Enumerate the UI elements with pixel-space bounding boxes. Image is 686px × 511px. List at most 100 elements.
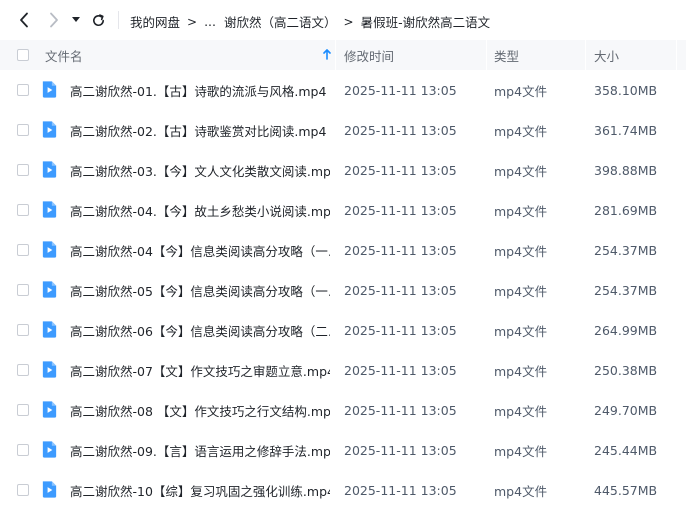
row-checkbox[interactable] [17, 284, 29, 296]
file-type: mp4文件 [494, 83, 548, 99]
file-type: mp4文件 [494, 363, 548, 379]
breadcrumb-item-current-folder: 暑假班-谢欣然高二语文 [360, 15, 491, 30]
table-row[interactable]: 高二谢欣然-06【今】信息类阅读高分攻略（二… 2025-11-11 13:05 m… [0, 310, 686, 350]
row-checkbox[interactable] [17, 444, 29, 456]
file-size: 445.57MB [594, 482, 658, 498]
modified-time: 2025-11-11 13:05 [344, 482, 457, 498]
chevron-right-icon [50, 12, 58, 28]
breadcrumb-item-ellipsis[interactable]: ... [204, 14, 216, 29]
column-divider[interactable] [486, 40, 487, 70]
modified-time: 2025-11-11 13:05 [344, 202, 457, 218]
file-name[interactable]: 高二谢欣然-04.【今】故土乡愁类小说阅读.mp4 [70, 201, 330, 220]
caret-down-icon [72, 17, 80, 22]
file-type: mp4文件 [494, 203, 548, 219]
video-file-icon [42, 201, 57, 218]
breadcrumb-item-teacher-folder[interactable]: 谢欣然（高二语文） [224, 12, 337, 31]
table-row[interactable]: 高二谢欣然-04【今】信息类阅读高分攻略（一… 2025-11-11 13:05 m… [0, 230, 686, 270]
chevron-left-icon [20, 12, 28, 28]
file-type: mp4文件 [494, 483, 548, 499]
history-dropdown-button[interactable] [68, 10, 84, 30]
file-type: mp4文件 [494, 403, 548, 419]
file-name[interactable]: 高二谢欣然-02.【古】诗歌鉴赏对比阅读.mp4 [70, 121, 330, 140]
modified-time: 2025-11-11 13:05 [344, 122, 457, 138]
file-name[interactable]: 高二谢欣然-01.【古】诗歌的流派与风格.mp4 [70, 81, 330, 100]
column-divider[interactable] [335, 40, 336, 70]
file-size: 254.37MB [594, 242, 658, 258]
video-file-icon [42, 161, 57, 178]
file-size: 361.74MB [594, 122, 658, 138]
file-type: mp4文件 [494, 283, 548, 299]
modified-time: 2025-11-11 13:05 [344, 242, 457, 258]
table-row[interactable]: 高二谢欣然-10【综】复习巩固之强化训练.mp4 2025-11-11 13:05… [0, 470, 686, 510]
modified-time: 2025-11-11 13:05 [344, 82, 457, 98]
file-name[interactable]: 高二谢欣然-03.【今】文人文化类散文阅读.mp4 [70, 161, 330, 180]
modified-time: 2025-11-11 13:05 [344, 162, 457, 178]
modified-time: 2025-11-11 13:05 [344, 402, 457, 418]
file-size: 249.70MB [594, 402, 658, 418]
row-checkbox[interactable] [17, 484, 29, 496]
breadcrumb-item-my-drive[interactable]: 我的网盘 [130, 12, 180, 31]
video-file-icon [42, 281, 57, 298]
file-size: 245.44MB [594, 442, 658, 458]
row-checkbox[interactable] [17, 244, 29, 256]
row-checkbox[interactable] [17, 164, 29, 176]
file-type: mp4文件 [494, 243, 548, 259]
file-size: 281.69MB [594, 202, 658, 218]
row-checkbox[interactable] [17, 124, 29, 136]
file-name[interactable]: 高二谢欣然-08 【文】作文技巧之行文结构.mp4 [70, 401, 330, 420]
video-file-icon [42, 481, 57, 498]
file-name[interactable]: 高二谢欣然-04【今】信息类阅读高分攻略（一… [70, 241, 330, 260]
file-name[interactable]: 高二谢欣然-09.【言】语言运用之修辞手法.mp4 [70, 441, 330, 460]
table-row[interactable]: 高二谢欣然-02.【古】诗歌鉴赏对比阅读.mp4 2025-11-11 13:05… [0, 110, 686, 150]
file-list-header: 文件名 修改时间 类型 大小 [0, 40, 686, 70]
sort-arrow-up-icon [323, 49, 331, 60]
table-row[interactable]: 高二谢欣然-08 【文】作文技巧之行文结构.mp4 2025-11-11 13:0… [0, 390, 686, 430]
column-header-time[interactable]: 修改时间 [344, 46, 394, 65]
file-size: 358.10MB [594, 82, 658, 98]
row-checkbox[interactable] [17, 364, 29, 376]
select-all-checkbox[interactable] [17, 49, 29, 61]
file-name[interactable]: 高二谢欣然-06【今】信息类阅读高分攻略（二… [70, 321, 330, 340]
video-file-icon [42, 81, 57, 98]
refresh-button[interactable] [88, 10, 108, 30]
breadcrumb-separator-icon: > [343, 14, 354, 29]
video-file-icon [42, 321, 57, 338]
row-checkbox[interactable] [17, 84, 29, 96]
column-header-size[interactable]: 大小 [594, 46, 619, 65]
column-header-name-label: 文件名 [45, 48, 83, 64]
file-type: mp4文件 [494, 443, 548, 459]
table-row[interactable]: 高二谢欣然-01.【古】诗歌的流派与风格.mp4 2025-11-11 13:05… [0, 70, 686, 110]
modified-time: 2025-11-11 13:05 [344, 282, 457, 298]
column-header-name[interactable]: 文件名 [45, 40, 335, 70]
breadcrumb-separator-icon: > [187, 14, 198, 29]
modified-time: 2025-11-11 13:05 [344, 442, 457, 458]
video-file-icon [42, 241, 57, 258]
row-checkbox[interactable] [17, 324, 29, 336]
row-checkbox[interactable] [17, 204, 29, 216]
file-type: mp4文件 [494, 163, 548, 179]
table-row[interactable]: 高二谢欣然-05【今】信息类阅读高分攻略（一… 2025-11-11 13:05 m… [0, 270, 686, 310]
column-divider[interactable] [585, 40, 586, 70]
file-type: mp4文件 [494, 323, 548, 339]
table-row[interactable]: 高二谢欣然-04.【今】故土乡愁类小说阅读.mp4 2025-11-11 13:0… [0, 190, 686, 230]
modified-time: 2025-11-11 13:05 [344, 362, 457, 378]
video-file-icon [42, 361, 57, 378]
table-row[interactable]: 高二谢欣然-07【文】作文技巧之审题立意.mp4 2025-11-11 13:05… [0, 350, 686, 390]
file-name[interactable]: 高二谢欣然-05【今】信息类阅读高分攻略（一… [70, 281, 330, 300]
table-row[interactable]: 高二谢欣然-09.【言】语言运用之修辞手法.mp4 2025-11-11 13:0… [0, 430, 686, 470]
file-name[interactable]: 高二谢欣然-10【综】复习巩固之强化训练.mp4 [70, 481, 330, 500]
column-header-type[interactable]: 类型 [494, 46, 519, 65]
video-file-icon [42, 401, 57, 418]
back-button[interactable] [14, 10, 34, 30]
video-file-icon [42, 121, 57, 138]
video-file-icon [42, 441, 57, 458]
file-size: 254.37MB [594, 282, 658, 298]
table-row[interactable]: 高二谢欣然-03.【今】文人文化类散文阅读.mp4 2025-11-11 13:0… [0, 150, 686, 190]
nav-divider [118, 11, 119, 29]
file-type: mp4文件 [494, 123, 548, 139]
column-divider[interactable] [676, 40, 677, 70]
file-name[interactable]: 高二谢欣然-07【文】作文技巧之审题立意.mp4 [70, 361, 330, 380]
forward-button[interactable] [44, 10, 64, 30]
refresh-icon [92, 13, 104, 26]
row-checkbox[interactable] [17, 404, 29, 416]
